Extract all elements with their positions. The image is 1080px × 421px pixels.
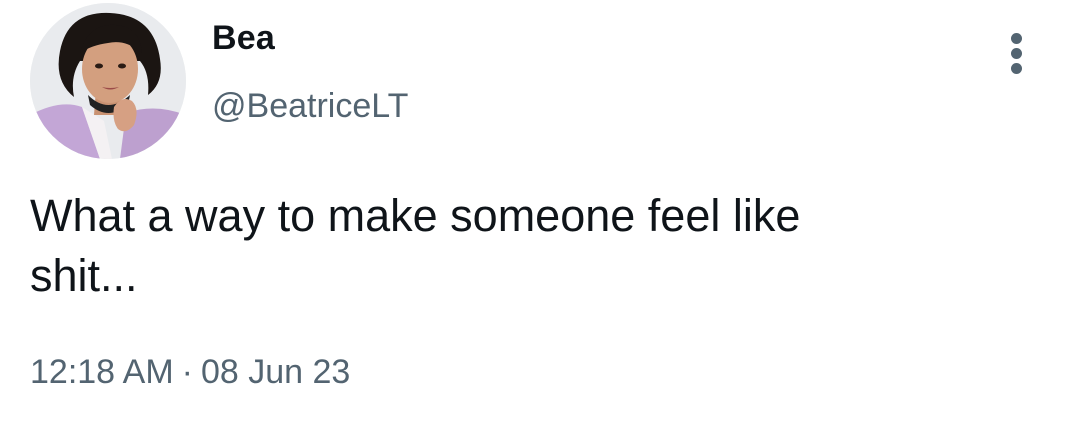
author-display-name[interactable]: Bea <box>212 18 275 58</box>
tweet-time[interactable]: 12:18 AM <box>30 353 174 391</box>
tweet-card: Bea @BeatriceLT What a way to make someo… <box>0 0 1080 421</box>
meta-separator: · <box>181 353 193 391</box>
tweet-timestamp: 12:18 AM · 08 Jun 23 <box>30 350 350 394</box>
avatar[interactable] <box>30 3 186 159</box>
tweet-date[interactable]: 08 Jun 23 <box>201 353 350 391</box>
author-handle[interactable]: @BeatriceLT <box>212 86 408 126</box>
more-options-button[interactable] <box>1000 30 1034 74</box>
profile-photo-icon <box>30 3 186 159</box>
tweet-text: What a way to make someone feel like shi… <box>30 190 801 301</box>
more-vertical-icon <box>1011 33 1022 44</box>
